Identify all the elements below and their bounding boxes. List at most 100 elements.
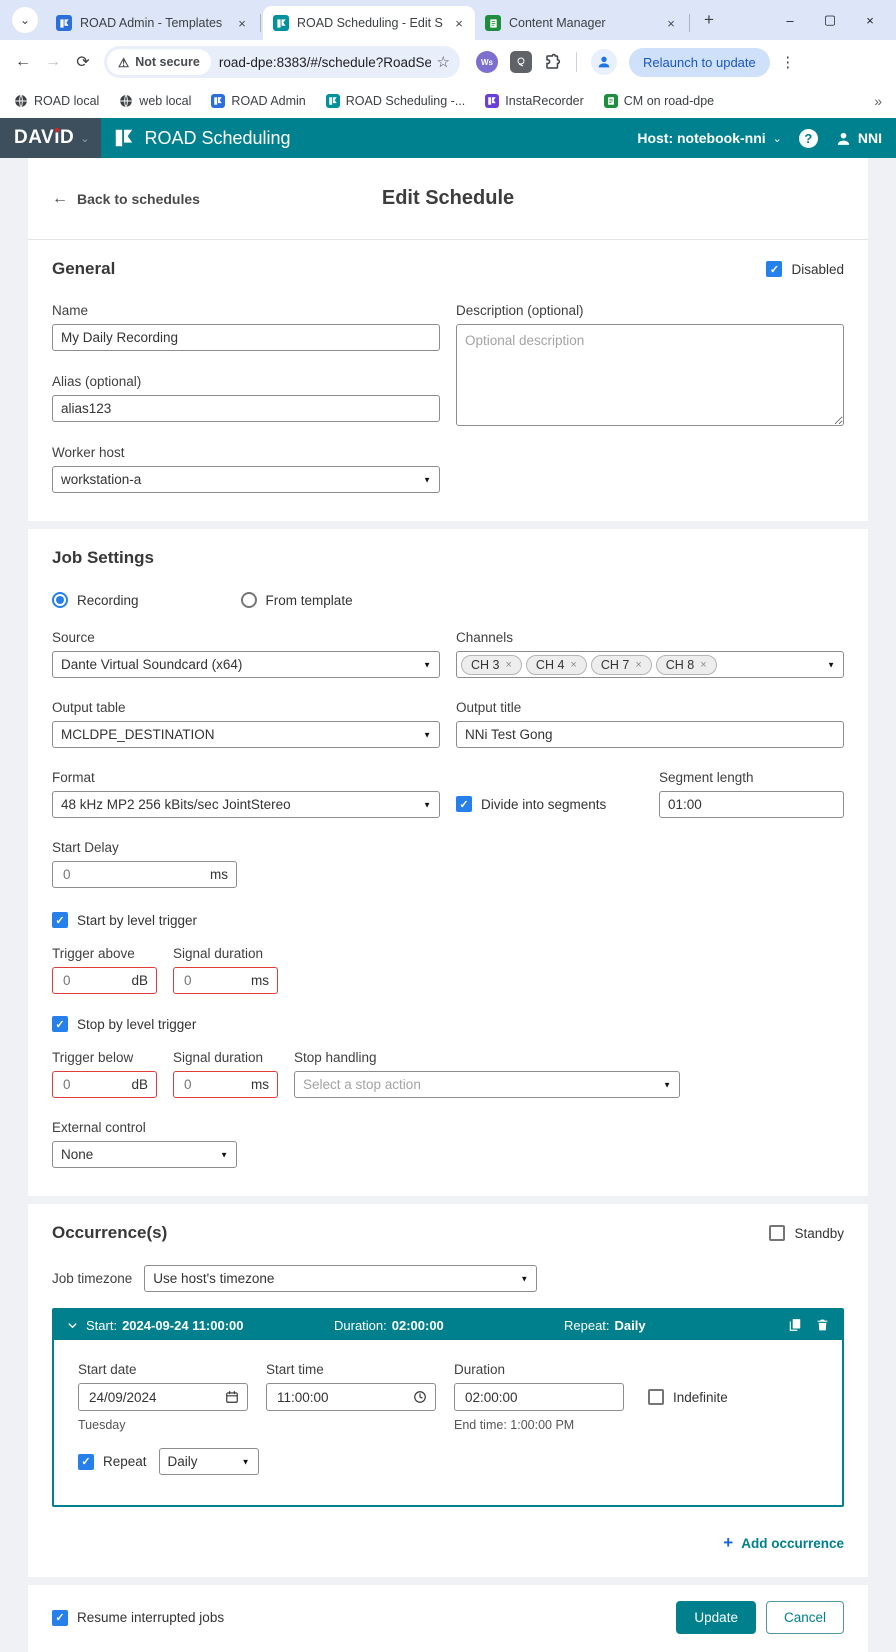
window-maximize-button[interactable]: ▢ (810, 0, 850, 40)
trigger-below-field[interactable] (61, 1076, 131, 1093)
start-by-level-trigger-checkbox[interactable]: ✓ Start by level trigger (52, 912, 844, 928)
road-scheduling-favicon (273, 15, 289, 31)
update-button[interactable]: Update (676, 1601, 756, 1634)
resume-interrupted-jobs-checkbox[interactable]: ✓ Resume interrupted jobs (52, 1610, 224, 1626)
description-textarea[interactable] (456, 324, 844, 426)
checkbox-checked-icon: ✓ (52, 912, 68, 928)
name-input[interactable] (52, 324, 440, 351)
signal-duration-stop-input[interactable]: ms (173, 1071, 278, 1098)
trigger-above-input[interactable]: dB (52, 967, 157, 994)
from-template-radio[interactable]: From template (241, 592, 353, 608)
start-delay-field[interactable] (61, 866, 210, 883)
channel-chip[interactable]: CH 4× (526, 655, 587, 675)
bookmark-web-local[interactable]: web local (119, 94, 191, 108)
not-secure-badge[interactable]: ⚠ Not secure (107, 49, 211, 75)
start-date-field[interactable] (87, 1389, 225, 1406)
reload-icon[interactable]: ⟳ (68, 47, 98, 77)
extension-ws-icon[interactable]: Ws (476, 51, 498, 73)
stop-handling-select[interactable]: Select a stop action ▼ (294, 1071, 680, 1098)
address-bar[interactable]: ⚠ Not secure road-dpe:8383/#/schedule?Ro… (104, 46, 460, 78)
copy-occurrence-icon[interactable] (788, 1318, 802, 1332)
help-icon[interactable]: ? (799, 129, 818, 148)
alias-input[interactable] (52, 395, 440, 422)
source-select[interactable]: Dante Virtual Soundcard (x64) ▼ (52, 651, 440, 678)
repeat-interval-select[interactable]: Daily ▼ (159, 1448, 259, 1475)
chip-remove-icon[interactable]: × (700, 659, 706, 671)
chip-remove-icon[interactable]: × (505, 659, 511, 671)
db-unit-label: dB (131, 973, 148, 988)
relaunch-to-update-button[interactable]: Relaunch to update (629, 48, 770, 77)
source-value: Dante Virtual Soundcard (x64) (61, 657, 242, 672)
channel-chip[interactable]: CH 7× (591, 655, 652, 675)
segment-length-input[interactable] (659, 791, 844, 818)
external-control-label: External control (52, 1120, 237, 1135)
host-selector[interactable]: Host: notebook-nni ⌄ (637, 130, 782, 146)
signal-duration-stop-field[interactable] (182, 1076, 251, 1093)
window-close-button[interactable]: × (850, 0, 890, 40)
new-tab-button[interactable]: + (696, 7, 722, 33)
signal-duration-field[interactable] (182, 972, 251, 989)
start-time-field[interactable] (275, 1389, 413, 1406)
extensions-puzzle-icon[interactable] (544, 53, 562, 71)
window-minimize-button[interactable]: – (770, 0, 810, 40)
collapse-chevron-icon[interactable] (67, 1320, 78, 1331)
add-occurrence-button[interactable]: + Add occurrence (28, 1507, 868, 1577)
job-timezone-select[interactable]: Use host's timezone ▼ (144, 1265, 537, 1292)
back-icon[interactable]: ← (8, 47, 38, 77)
bookmarks-overflow-icon[interactable]: » (874, 93, 882, 109)
tab-road-admin[interactable]: ROAD Admin - Templates × (46, 6, 258, 40)
checkbox-checked-icon: ✓ (52, 1610, 68, 1626)
repeat-checkbox[interactable]: ✓ Repeat (78, 1454, 147, 1470)
profile-avatar[interactable] (591, 49, 617, 75)
user-menu[interactable]: NNI (835, 130, 882, 147)
start-time-input[interactable] (266, 1383, 436, 1411)
browser-menu-icon[interactable]: ⋮ (778, 53, 798, 71)
channel-chip[interactable]: CH 8× (656, 655, 717, 675)
tab-close-icon[interactable]: × (451, 15, 467, 31)
stop-by-level-trigger-checkbox[interactable]: ✓ Stop by level trigger (52, 1016, 844, 1032)
app-header: DAViD ⌄ ROAD Scheduling Host: notebook-n… (0, 118, 896, 158)
bookmark-star-icon[interactable]: ☆ (437, 53, 450, 71)
channel-chip[interactable]: CH 3× (461, 655, 522, 675)
dropdown-arrow-icon: ▼ (423, 730, 431, 739)
indefinite-checkbox[interactable]: Indefinite (648, 1389, 728, 1405)
delete-occurrence-icon[interactable] (816, 1318, 829, 1332)
bookmark-cm-road-dpe[interactable]: CM on road-dpe (604, 94, 714, 108)
output-table-select[interactable]: MCLDPE_DESTINATION ▼ (52, 721, 440, 748)
forward-icon[interactable]: → (38, 47, 68, 77)
chip-remove-icon[interactable]: × (570, 659, 576, 671)
recording-radio[interactable]: Recording (52, 592, 139, 608)
david-logo-menu[interactable]: DAViD ⌄ (0, 118, 101, 158)
chip-remove-icon[interactable]: × (635, 659, 641, 671)
bookmark-instarecorder[interactable]: InstaRecorder (485, 94, 584, 108)
start-delay-input[interactable]: ms (52, 861, 237, 888)
tab-close-icon[interactable]: × (663, 15, 679, 31)
disabled-checkbox[interactable]: ✓ Disabled (766, 261, 844, 277)
tab-close-icon[interactable]: × (234, 15, 250, 31)
standby-checkbox[interactable]: Standby (769, 1225, 844, 1241)
bookmark-road-admin[interactable]: ROAD Admin (211, 94, 305, 108)
duration-input[interactable] (454, 1383, 624, 1411)
output-title-input[interactable] (456, 721, 844, 748)
trigger-above-field[interactable] (61, 972, 131, 989)
duration-field[interactable] (463, 1389, 615, 1406)
bookmark-road-local[interactable]: ROAD local (14, 94, 99, 108)
warning-icon: ⚠ (118, 55, 129, 70)
bookmark-road-scheduling[interactable]: ROAD Scheduling -... (326, 94, 466, 108)
start-date-label: Start date (78, 1362, 248, 1377)
tab-search-button[interactable]: ⌄ (12, 7, 38, 33)
trigger-below-input[interactable]: dB (52, 1071, 157, 1098)
format-select[interactable]: 48 kHz MP2 256 kBits/sec JointStereo ▼ (52, 791, 440, 818)
external-control-select[interactable]: None ▼ (52, 1141, 237, 1168)
extension-icon[interactable] (510, 51, 532, 73)
signal-duration-input[interactable]: ms (173, 967, 278, 994)
tab-content-manager[interactable]: Content Manager × (475, 6, 687, 40)
cancel-button[interactable]: Cancel (766, 1601, 844, 1634)
divide-into-segments-checkbox[interactable]: ✓ Divide into segments (456, 796, 606, 812)
start-date-input[interactable] (78, 1383, 248, 1411)
channels-multiselect[interactable]: CH 3× CH 4× CH 7× CH 8× ▼ (456, 651, 844, 678)
url-text[interactable]: road-dpe:8383/#/schedule?RoadServiceUrl=… (219, 55, 431, 70)
worker-host-select[interactable]: workstation-a ▼ (52, 466, 440, 493)
back-to-schedules-link[interactable]: ← Back to schedules (52, 190, 200, 208)
tab-road-scheduling[interactable]: ROAD Scheduling - Edit Sc × (263, 6, 475, 40)
